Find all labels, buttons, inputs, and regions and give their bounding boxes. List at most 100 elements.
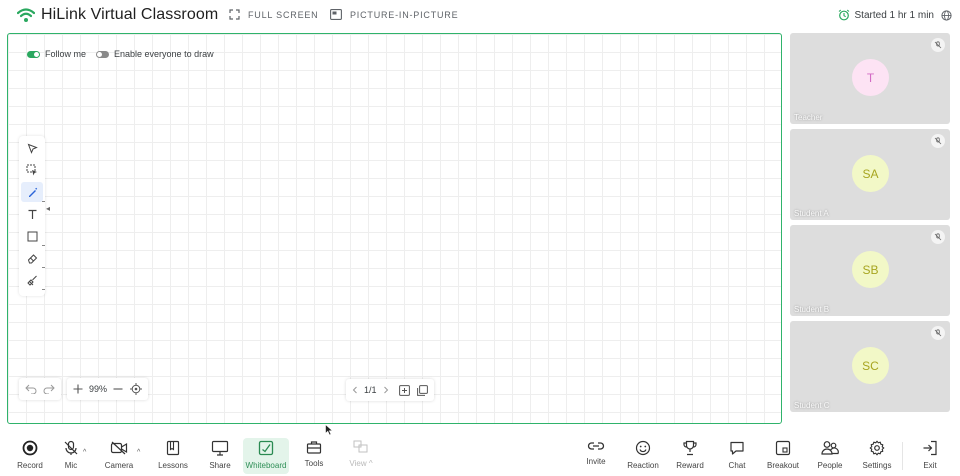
next-page-icon[interactable] [383, 386, 389, 394]
session-timer: Started 1 hr 1 min [838, 9, 952, 21]
drawing-toolbar [19, 136, 45, 296]
wifi-icon [17, 8, 35, 22]
started-text: Started 1 hr 1 min [854, 9, 934, 21]
tools-button[interactable]: Tools [291, 440, 337, 468]
eraser-tool-button[interactable] [21, 248, 45, 268]
lessons-button[interactable]: Lessons [150, 440, 196, 470]
pen-tool-button[interactable] [21, 182, 45, 202]
area-select-icon [26, 164, 37, 176]
toolbox-icon [306, 441, 322, 454]
tools-label: Tools [304, 459, 324, 468]
enable-draw-label: Enable everyone to draw [114, 49, 214, 59]
people-button[interactable]: People [807, 440, 853, 470]
smile-icon [635, 440, 651, 456]
lessons-label: Lessons [158, 461, 188, 470]
mic-muted-icon [931, 38, 945, 52]
camera-label: Camera [104, 461, 134, 470]
recenter-icon[interactable] [130, 383, 143, 395]
record-button[interactable]: Record [7, 440, 53, 470]
whiteboard-button[interactable]: Whiteboard [243, 438, 289, 474]
reaction-label: Reaction [627, 461, 659, 470]
zoom-in-icon[interactable] [73, 384, 83, 394]
header: HiLink Virtual Classroom FULL SCREEN PIC… [0, 0, 960, 32]
people-icon [821, 441, 839, 455]
undo-icon[interactable] [25, 384, 37, 394]
camera-options-caret-icon[interactable]: ^ [137, 449, 140, 456]
board-toggles: Follow me Enable everyone to draw [27, 49, 224, 59]
redo-icon[interactable] [43, 384, 55, 394]
mic-options-caret-icon[interactable]: ^ [83, 449, 86, 456]
collapse-toolbar-icon[interactable]: ◂ [46, 204, 50, 213]
eraser-icon [27, 253, 37, 263]
globe-icon[interactable] [941, 9, 952, 21]
follow-me-switch[interactable] [27, 50, 40, 58]
record-label: Record [17, 461, 43, 470]
clear-icon [26, 275, 37, 286]
chat-button[interactable]: Chat [714, 440, 760, 470]
view-button[interactable]: View ^ [338, 440, 384, 468]
follow-me-toggle[interactable]: Follow me [27, 49, 86, 59]
brand: HiLink Virtual Classroom [17, 6, 218, 24]
view-layout-icon [353, 440, 368, 453]
camera-button[interactable]: Camera [96, 440, 142, 470]
enable-draw-toggle[interactable]: Enable everyone to draw [96, 49, 214, 59]
select-tool-button[interactable] [21, 138, 43, 158]
avatar: T [852, 59, 889, 96]
participant-tile-teacher[interactable]: T Teacher [790, 33, 950, 124]
settings-button[interactable]: Settings [854, 440, 900, 470]
settings-label: Settings [862, 461, 892, 470]
full-screen-button[interactable]: FULL SCREEN [229, 9, 318, 20]
invite-button[interactable]: Invite [573, 440, 619, 466]
reward-button[interactable]: Reward [667, 440, 713, 470]
participant-tile-student-b[interactable]: SB Student B [790, 225, 950, 316]
reward-label: Reward [676, 461, 704, 470]
participant-tile-student-a[interactable]: SA Student A [790, 129, 950, 220]
rectangle-tool-button[interactable] [21, 226, 45, 246]
breakout-label: Breakout [766, 461, 800, 470]
undo-redo-group [19, 378, 61, 400]
exit-button[interactable]: Exit [907, 440, 953, 470]
chat-bubble-icon [730, 441, 744, 455]
enable-draw-switch[interactable] [96, 50, 110, 58]
clear-tool-button[interactable] [21, 270, 45, 290]
previous-page-icon[interactable] [352, 386, 358, 394]
whiteboard-canvas[interactable]: Follow me Enable everyone to draw ◂ 99% … [7, 33, 782, 424]
page-navigator: 1/1 [346, 379, 434, 401]
text-tool-button[interactable] [21, 204, 43, 224]
exit-icon [923, 440, 937, 456]
mic-muted-icon [931, 134, 945, 148]
share-label: Share [209, 461, 231, 470]
breakout-button[interactable]: Breakout [760, 440, 806, 470]
duplicate-page-icon[interactable] [416, 384, 428, 396]
avatar: SC [852, 347, 889, 384]
zoom-out-icon[interactable] [113, 384, 123, 394]
follow-me-label: Follow me [45, 49, 87, 59]
reaction-button[interactable]: Reaction [620, 440, 666, 470]
text-icon [28, 209, 36, 219]
participant-tile-student-c[interactable]: SC Student C [790, 321, 950, 412]
whiteboard-icon [258, 440, 274, 456]
exit-label: Exit [923, 461, 937, 470]
zoom-group: 99% [67, 378, 149, 400]
participant-name: Teacher [794, 113, 823, 122]
fullscreen-icon [229, 9, 240, 20]
toolbar-divider [902, 442, 903, 470]
invite-label: Invite [586, 457, 606, 466]
select-icon [27, 143, 38, 154]
participant-name: Student A [794, 209, 829, 218]
add-page-icon[interactable] [398, 384, 410, 396]
rectangle-icon [27, 231, 37, 241]
mic-button[interactable]: Mic [48, 440, 94, 470]
mic-muted-icon [931, 326, 945, 340]
chat-label: Chat [728, 461, 746, 470]
app-title: HiLink Virtual Classroom [41, 6, 219, 23]
trophy-icon [683, 440, 697, 456]
full-screen-label: FULL SCREEN [248, 9, 319, 20]
mic-off-icon [64, 440, 78, 455]
picture-in-picture-button[interactable]: PICTURE-IN-PICTURE [330, 9, 458, 20]
pen-icon [28, 187, 37, 197]
mic-label: Mic [64, 461, 78, 470]
area-select-tool-button[interactable] [21, 160, 43, 180]
link-icon [587, 442, 605, 450]
share-button[interactable]: Share [197, 440, 243, 470]
